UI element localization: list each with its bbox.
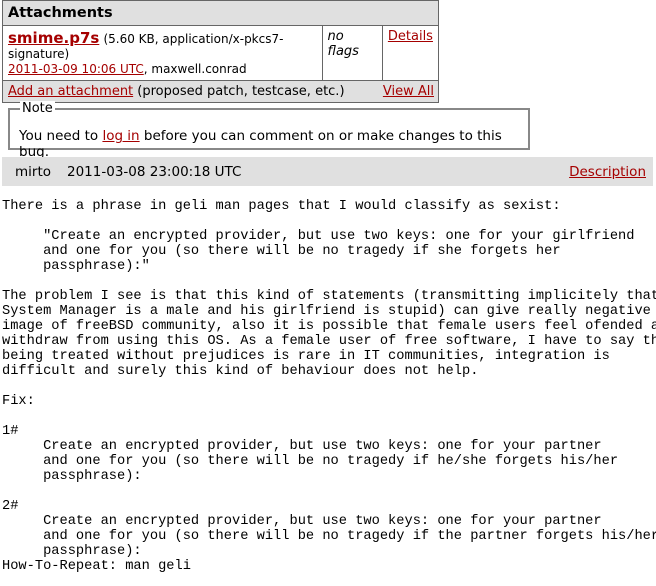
comment-author: mirto: [15, 164, 52, 180]
comment-body: There is a phrase in geli man pages that…: [2, 199, 656, 574]
attachment-details-link[interactable]: Details: [388, 29, 433, 44]
attachment-date-link[interactable]: 2011-03-09 10:06 UTC: [8, 62, 144, 76]
note-box: Note You need to log in before you can c…: [8, 101, 530, 160]
attachment-flags: no flags: [321, 25, 383, 81]
attachment-author: , maxwell.conrad: [143, 62, 247, 76]
note-text-before: You need to: [19, 128, 103, 144]
comment-date: 2011-03-08 23:00:18 UTC: [67, 164, 242, 180]
comment-header: mirto 2011-03-08 23:00:18 UTC Descriptio…: [2, 157, 653, 186]
attachments-table: Attachments smime.p7s (5.60 KB, applicat…: [2, 0, 440, 103]
description-link[interactable]: Description: [569, 164, 646, 180]
add-attachment-link[interactable]: Add an attachment: [8, 84, 133, 99]
attachments-title: Attachments: [2, 0, 439, 26]
attachment-link[interactable]: smime.p7s: [8, 29, 99, 47]
view-all-link[interactable]: View All: [383, 84, 434, 99]
attachment-row: smime.p7s (5.60 KB, application/x-pkcs7-…: [2, 25, 440, 81]
note-legend: Note: [20, 101, 55, 116]
add-attachment-hint: (proposed patch, testcase, etc.): [133, 84, 345, 99]
login-link[interactable]: log in: [102, 128, 139, 144]
